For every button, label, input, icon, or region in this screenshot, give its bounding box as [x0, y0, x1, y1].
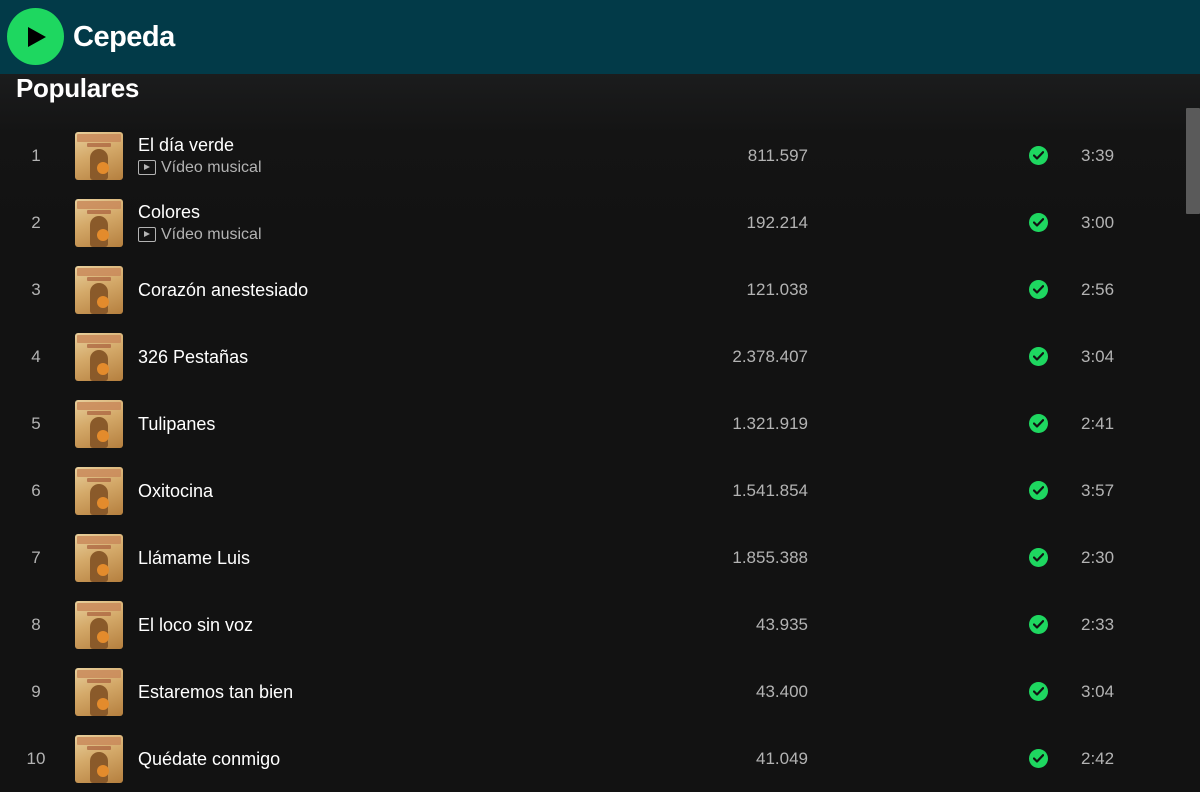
track-row[interactable]: 9 Estaremos tan bien 43.400 3:04 [0, 658, 1185, 725]
track-title[interactable]: Estaremos tan bien [138, 680, 588, 704]
track-info: Tulipanes [138, 390, 588, 457]
album-cover[interactable] [75, 400, 123, 448]
track-title[interactable]: Quédate conmigo [138, 747, 588, 771]
track-row[interactable]: 8 El loco sin voz 43.935 2:33 [0, 591, 1185, 658]
track-duration: 2:33 [1081, 614, 1115, 634]
play-count: 192.214 [746, 212, 808, 232]
track-row[interactable]: 3 Corazón anestesiado 121.038 2:56 [0, 256, 1185, 323]
track-title[interactable]: Tulipanes [138, 412, 588, 436]
play-count: 41.049 [756, 748, 808, 768]
track-subtitle[interactable]: Vídeo musical [138, 157, 588, 178]
track-number: 9 [31, 681, 41, 701]
artist-name: Cepeda [73, 21, 175, 53]
track-title[interactable]: El día verde [138, 133, 588, 157]
album-cover[interactable] [75, 668, 123, 716]
check-circle-icon[interactable] [1029, 347, 1048, 366]
track-title[interactable]: Corazón anestesiado [138, 278, 588, 302]
track-duration: 2:42 [1081, 748, 1115, 768]
track-row[interactable]: 10 Quédate conmigo 41.049 2:42 [0, 725, 1185, 792]
track-row[interactable]: 2 Colores Vídeo musical 192.214 3:00 [0, 189, 1185, 256]
video-icon [138, 227, 156, 242]
track-number: 10 [26, 748, 46, 768]
check-circle-icon[interactable] [1029, 749, 1048, 768]
check-circle-icon[interactable] [1029, 414, 1048, 433]
track-info: El día verde Vídeo musical [138, 122, 588, 189]
check-circle-icon[interactable] [1029, 213, 1048, 232]
track-duration: 3:04 [1081, 346, 1115, 366]
track-info: Estaremos tan bien [138, 658, 588, 725]
track-title[interactable]: Llámame Luis [138, 546, 588, 570]
check-circle-icon[interactable] [1029, 280, 1048, 299]
artist-header: Cepeda [0, 0, 1200, 74]
play-count: 1.855.388 [732, 547, 808, 567]
track-number: 2 [31, 212, 41, 232]
album-cover[interactable] [75, 266, 123, 314]
track-info: Colores Vídeo musical [138, 189, 588, 256]
track-row[interactable]: 4 326 Pestañas 2.378.407 3:04 [0, 323, 1185, 390]
album-cover[interactable] [75, 199, 123, 247]
album-cover[interactable] [75, 534, 123, 582]
check-circle-icon[interactable] [1029, 682, 1048, 701]
play-button[interactable] [7, 8, 64, 65]
track-subtitle[interactable]: Vídeo musical [138, 224, 588, 245]
track-number: 8 [31, 614, 41, 634]
track-row[interactable]: 5 Tulipanes 1.321.919 2:41 [0, 390, 1185, 457]
track-duration: 3:39 [1081, 145, 1115, 165]
play-count: 43.400 [756, 681, 808, 701]
track-info: Oxitocina [138, 457, 588, 524]
play-count: 43.935 [756, 614, 808, 634]
track-duration: 2:41 [1081, 413, 1115, 433]
play-count: 121.038 [746, 279, 808, 299]
album-cover[interactable] [75, 132, 123, 180]
album-cover[interactable] [75, 601, 123, 649]
album-cover[interactable] [75, 333, 123, 381]
track-title[interactable]: 326 Pestañas [138, 345, 588, 369]
check-circle-icon[interactable] [1029, 146, 1048, 165]
play-count: 1.321.919 [732, 413, 808, 433]
play-count: 811.597 [747, 145, 808, 165]
track-info: Llámame Luis [138, 524, 588, 591]
track-list: 1 El día verde Vídeo musical 811.597 3:3… [0, 122, 1185, 792]
track-title[interactable]: Colores [138, 200, 588, 224]
track-duration: 2:30 [1081, 547, 1115, 567]
track-title[interactable]: El loco sin voz [138, 613, 588, 637]
track-number: 7 [31, 547, 41, 567]
track-duration: 3:00 [1081, 212, 1115, 232]
track-duration: 3:57 [1081, 480, 1115, 500]
track-number: 1 [31, 145, 41, 165]
track-number: 3 [31, 279, 41, 299]
track-subtitle-label: Vídeo musical [161, 226, 262, 243]
section-title: Populares [16, 73, 140, 103]
track-info: Corazón anestesiado [138, 256, 588, 323]
video-icon [138, 160, 156, 175]
track-title[interactable]: Oxitocina [138, 479, 588, 503]
track-duration: 2:56 [1081, 279, 1115, 299]
track-number: 6 [31, 480, 41, 500]
track-subtitle-label: Vídeo musical [161, 159, 262, 176]
track-duration: 3:04 [1081, 681, 1115, 701]
album-cover[interactable] [75, 735, 123, 783]
album-cover[interactable] [75, 467, 123, 515]
track-info: Quédate conmigo [138, 725, 588, 792]
check-circle-icon[interactable] [1029, 481, 1048, 500]
track-row[interactable]: 7 Llámame Luis 1.855.388 2:30 [0, 524, 1185, 591]
check-circle-icon[interactable] [1029, 548, 1048, 567]
play-icon [28, 26, 46, 47]
scrollbar-thumb[interactable] [1186, 108, 1200, 214]
play-count: 2.378.407 [732, 346, 808, 366]
track-info: El loco sin voz [138, 591, 588, 658]
track-number: 5 [31, 413, 41, 433]
track-row[interactable]: 6 Oxitocina 1.541.854 3:57 [0, 457, 1185, 524]
track-row[interactable]: 1 El día verde Vídeo musical 811.597 3:3… [0, 122, 1185, 189]
play-count: 1.541.854 [732, 480, 808, 500]
track-info: 326 Pestañas [138, 323, 588, 390]
track-number: 4 [31, 346, 41, 366]
check-circle-icon[interactable] [1029, 615, 1048, 634]
